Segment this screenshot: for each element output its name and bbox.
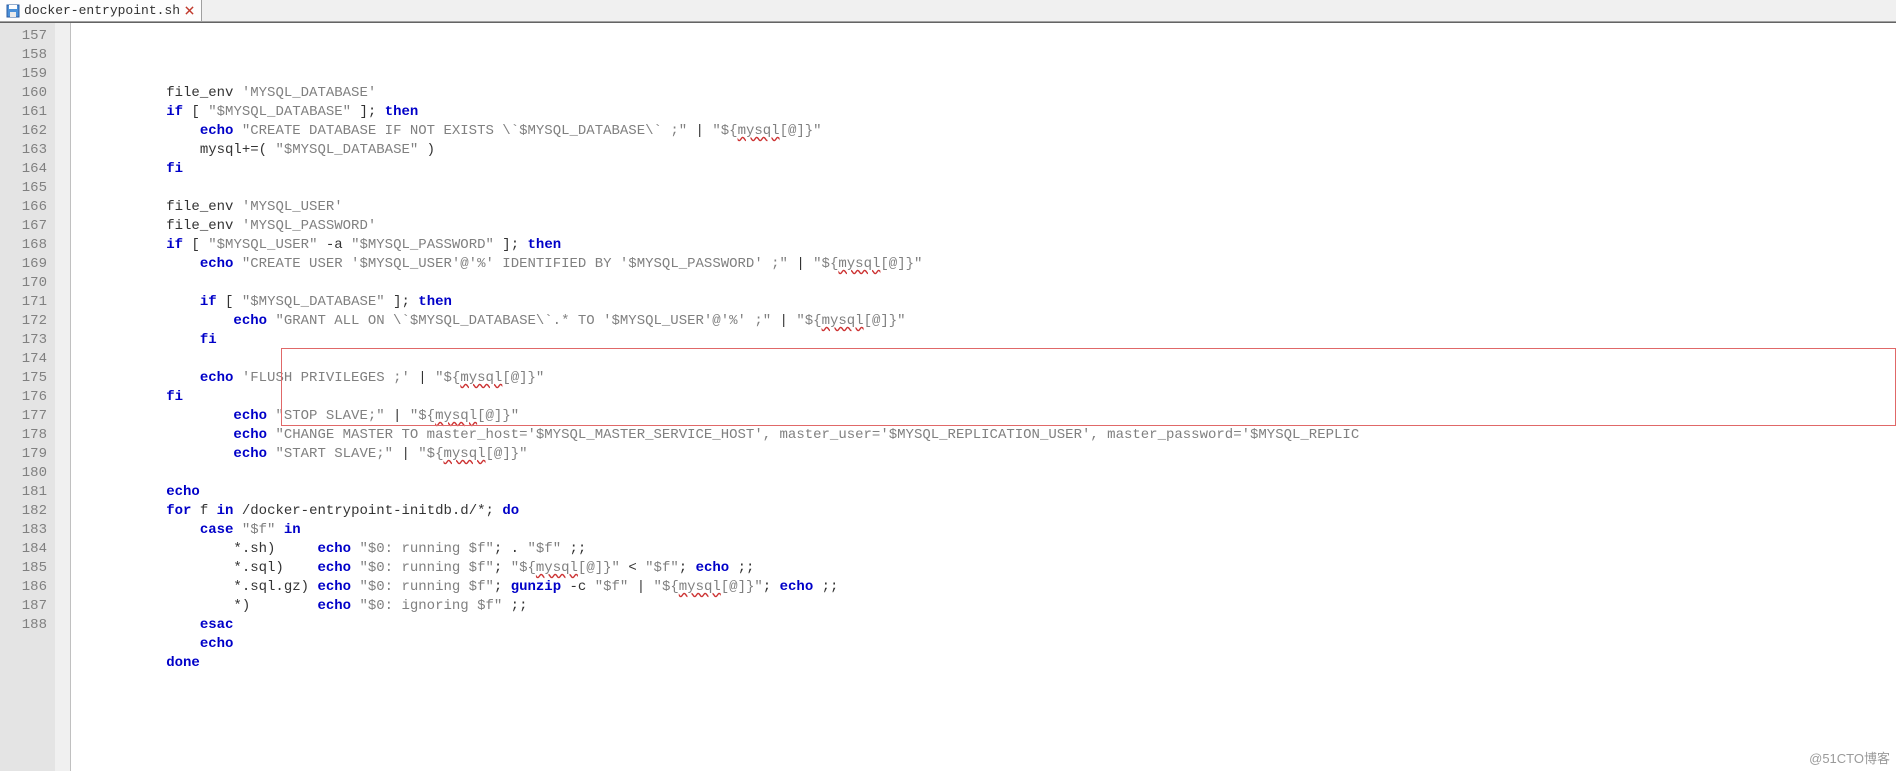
code-line[interactable]: *.sql.gz) echo "$0: running $f"; gunzip … xyxy=(99,578,1896,597)
code-line[interactable]: echo 'FLUSH PRIVILEGES ;' | "${mysql[@]}… xyxy=(99,369,1896,388)
line-number: 162 xyxy=(0,122,55,141)
line-number: 181 xyxy=(0,483,55,502)
code-line[interactable]: echo xyxy=(99,483,1896,502)
line-number: 168 xyxy=(0,236,55,255)
code-line[interactable]: if [ "$MYSQL_USER" -a "$MYSQL_PASSWORD" … xyxy=(99,236,1896,255)
line-number: 171 xyxy=(0,293,55,312)
line-number: 157 xyxy=(0,27,55,46)
code-line[interactable]: fi xyxy=(99,388,1896,407)
line-number: 180 xyxy=(0,464,55,483)
file-tab[interactable]: docker-entrypoint.sh xyxy=(0,0,202,21)
code-line[interactable]: done xyxy=(99,654,1896,673)
code-line[interactable]: file_env 'MYSQL_PASSWORD' xyxy=(99,217,1896,236)
code-line[interactable] xyxy=(99,274,1896,293)
line-number: 173 xyxy=(0,331,55,350)
line-number: 167 xyxy=(0,217,55,236)
code-line[interactable]: if [ "$MYSQL_DATABASE" ]; then xyxy=(99,293,1896,312)
editor-area: 1571581591601611621631641651661671681691… xyxy=(0,22,1896,771)
line-number: 170 xyxy=(0,274,55,293)
code-line[interactable]: echo "START SLAVE;" | "${mysql[@]}" xyxy=(99,445,1896,464)
line-number: 174 xyxy=(0,350,55,369)
code-line[interactable]: file_env 'MYSQL_USER' xyxy=(99,198,1896,217)
line-number: 177 xyxy=(0,407,55,426)
code-line[interactable]: file_env 'MYSQL_DATABASE' xyxy=(99,84,1896,103)
line-number: 187 xyxy=(0,597,55,616)
code-line[interactable]: fi xyxy=(99,331,1896,350)
line-number: 179 xyxy=(0,445,55,464)
code-line[interactable] xyxy=(99,464,1896,483)
close-icon[interactable] xyxy=(184,5,195,16)
line-number: 183 xyxy=(0,521,55,540)
line-number: 158 xyxy=(0,46,55,65)
code-line[interactable] xyxy=(99,179,1896,198)
code-line[interactable]: *) echo "$0: ignoring $f" ;; xyxy=(99,597,1896,616)
line-number: 176 xyxy=(0,388,55,407)
disk-icon xyxy=(6,4,20,18)
code-line[interactable]: echo "GRANT ALL ON \`$MYSQL_DATABASE\`.*… xyxy=(99,312,1896,331)
line-number: 169 xyxy=(0,255,55,274)
watermark-text: @51CTO博客 xyxy=(1809,748,1890,767)
line-number: 188 xyxy=(0,616,55,635)
code-line[interactable]: *.sh) echo "$0: running $f"; . "$f" ;; xyxy=(99,540,1896,559)
line-number: 178 xyxy=(0,426,55,445)
line-number: 160 xyxy=(0,84,55,103)
code-line[interactable]: echo "CREATE DATABASE IF NOT EXISTS \`$M… xyxy=(99,122,1896,141)
code-line[interactable]: echo "CHANGE MASTER TO master_host='$MYS… xyxy=(99,426,1896,445)
code-line[interactable]: if [ "$MYSQL_DATABASE" ]; then xyxy=(99,103,1896,122)
code-view[interactable]: file_env 'MYSQL_DATABASE' if [ "$MYSQL_D… xyxy=(71,23,1896,771)
line-number: 186 xyxy=(0,578,55,597)
line-number-gutter: 1571581591601611621631641651661671681691… xyxy=(0,23,55,771)
line-number: 175 xyxy=(0,369,55,388)
code-line[interactable]: mysql+=( "$MYSQL_DATABASE" ) xyxy=(99,141,1896,160)
code-line[interactable]: echo xyxy=(99,635,1896,654)
code-line[interactable]: echo "STOP SLAVE;" | "${mysql[@]}" xyxy=(99,407,1896,426)
line-number: 185 xyxy=(0,559,55,578)
code-line[interactable]: esac xyxy=(99,616,1896,635)
line-number: 164 xyxy=(0,160,55,179)
line-number: 165 xyxy=(0,179,55,198)
line-number: 184 xyxy=(0,540,55,559)
code-line[interactable]: *.sql) echo "$0: running $f"; "${mysql[@… xyxy=(99,559,1896,578)
line-number: 159 xyxy=(0,65,55,84)
tab-bar: docker-entrypoint.sh xyxy=(0,0,1896,22)
code-line[interactable]: fi xyxy=(99,160,1896,179)
code-line[interactable] xyxy=(99,350,1896,369)
line-number: 163 xyxy=(0,141,55,160)
fold-margin xyxy=(55,23,71,771)
line-number: 182 xyxy=(0,502,55,521)
line-number: 166 xyxy=(0,198,55,217)
code-line[interactable]: case "$f" in xyxy=(99,521,1896,540)
code-line[interactable]: for f in /docker-entrypoint-initdb.d/*; … xyxy=(99,502,1896,521)
line-number: 172 xyxy=(0,312,55,331)
tab-filename: docker-entrypoint.sh xyxy=(24,3,180,18)
code-line[interactable]: echo "CREATE USER '$MYSQL_USER'@'%' IDEN… xyxy=(99,255,1896,274)
line-number: 161 xyxy=(0,103,55,122)
